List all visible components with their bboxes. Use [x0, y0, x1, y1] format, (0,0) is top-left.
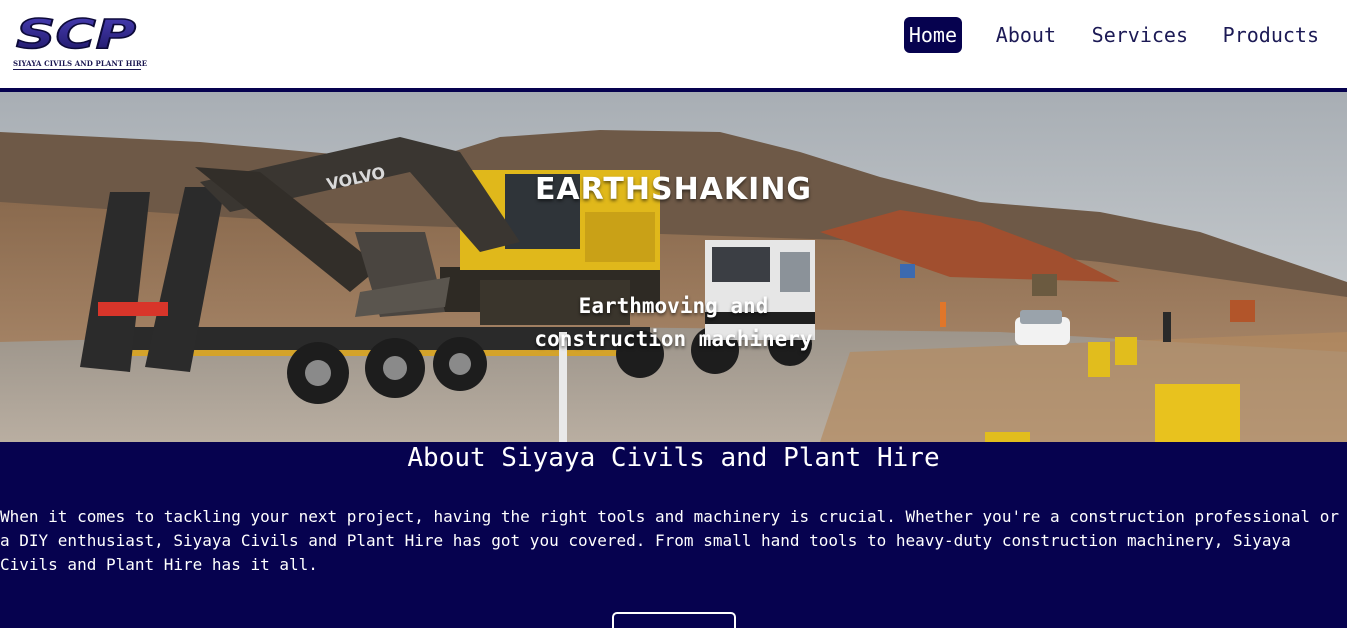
nav-about[interactable]: About — [996, 17, 1056, 53]
nav-products[interactable]: Products — [1223, 17, 1319, 53]
logo-graphic: SCP — [15, 14, 137, 58]
nav-home[interactable]: Home — [903, 17, 962, 53]
hero-banner: VOLVO EARTHSHAKING Earthmoving and const… — [0, 92, 1347, 442]
hero-image: VOLVO — [0, 92, 1347, 442]
logo-subtitle: SIYAYA CIVILS AND PLANT HIRE — [13, 59, 148, 70]
site-header: SCP SIYAYA CIVILS AND PLANT HIRE Home Ab… — [0, 0, 1347, 88]
about-section: About Siyaya Civils and Plant Hire When … — [0, 442, 1347, 628]
hero-title: EARTHSHAKING — [534, 172, 813, 207]
nav-services[interactable]: Services — [1092, 17, 1188, 53]
hero-subtitle: Earthmoving and construction machinery — [0, 290, 1347, 356]
about-read-more-button[interactable] — [612, 612, 736, 628]
logo-text: SCP — [16, 14, 136, 58]
hero-subtitle-line-2: construction machinery — [534, 327, 813, 351]
hero-subtitle-line-1: Earthmoving and — [578, 294, 769, 318]
about-description: When it comes to tackling your next proj… — [0, 507, 1339, 574]
company-logo[interactable]: SCP SIYAYA CIVILS AND PLANT HIRE — [13, 14, 148, 72]
about-heading: About Siyaya Civils and Plant Hire — [407, 443, 940, 473]
